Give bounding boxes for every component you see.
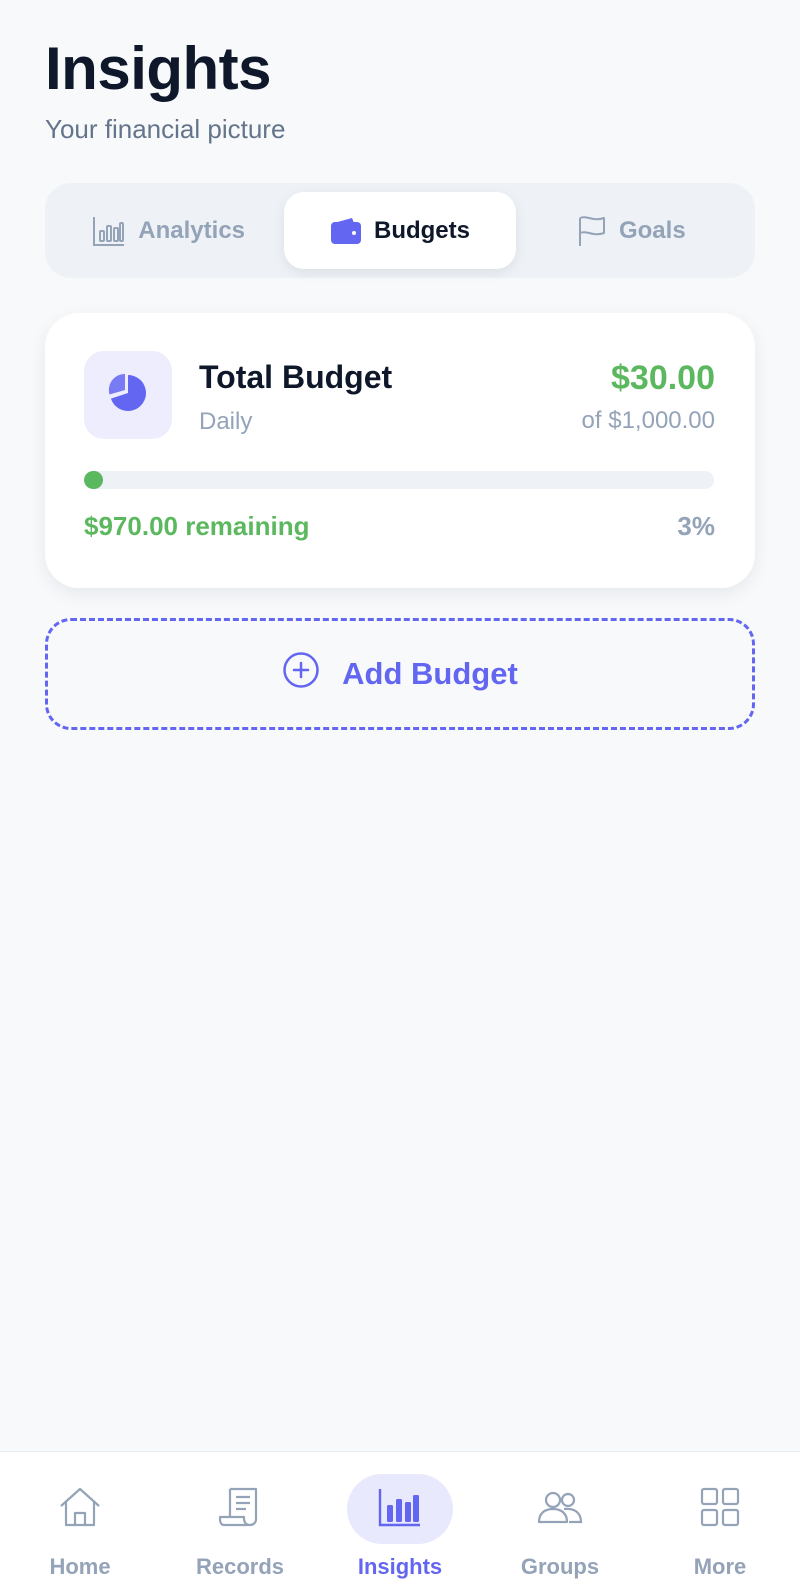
users-icon xyxy=(537,1489,583,1530)
page-header: Insights Your financial picture xyxy=(45,30,285,145)
add-budget-label: Add Budget xyxy=(342,656,518,691)
budget-period: Daily xyxy=(199,408,253,435)
budget-spent: $30.00 xyxy=(611,359,715,397)
budget-card[interactable]: Total Budget Daily $30.00 of $1,000.00 $… xyxy=(45,313,755,588)
tab-label: Budgets xyxy=(373,216,470,244)
nav-icon-wrap xyxy=(27,1474,133,1544)
nav-label: Insights xyxy=(357,1554,443,1579)
flag-icon xyxy=(577,215,607,247)
bar-chart-icon xyxy=(92,215,126,247)
tab-label: Goals xyxy=(618,216,686,244)
budget-name: Total Budget xyxy=(199,359,393,395)
nav-more[interactable]: More xyxy=(640,1452,800,1582)
budget-progress-fill xyxy=(84,471,103,489)
nav-label: More xyxy=(693,1554,747,1579)
insights-screen: Insights Your financial picture Analytic… xyxy=(0,0,800,1582)
tab-budgets[interactable]: Budgets xyxy=(284,192,516,269)
plus-circle-icon xyxy=(282,651,320,697)
nav-records[interactable]: Records xyxy=(160,1452,320,1582)
add-budget-button[interactable]: Add Budget xyxy=(45,618,755,730)
pie-chart-icon xyxy=(108,373,148,418)
budget-progress-bar xyxy=(84,471,714,489)
tab-analytics[interactable]: Analytics xyxy=(53,192,284,269)
budget-icon-badge xyxy=(84,351,172,439)
nav-icon-wrap xyxy=(667,1474,773,1544)
nav-label: Groups xyxy=(520,1554,600,1579)
budget-percent: 3% xyxy=(677,511,715,541)
tab-goals[interactable]: Goals xyxy=(516,192,747,269)
wallet-icon xyxy=(330,217,362,245)
nav-label: Home xyxy=(49,1554,111,1579)
bar-chart-icon xyxy=(378,1487,422,1532)
nav-icon-wrap xyxy=(507,1474,613,1544)
nav-home[interactable]: Home xyxy=(0,1452,160,1582)
nav-label: Records xyxy=(195,1554,285,1579)
nav-icon-wrap-active xyxy=(347,1474,453,1544)
budget-remaining: $970.00 remaining xyxy=(84,511,310,541)
page-subtitle: Your financial picture xyxy=(45,114,286,144)
nav-insights[interactable]: Insights xyxy=(320,1452,480,1582)
tab-label: Analytics xyxy=(138,216,246,244)
insights-tabs: Analytics Budgets Goals xyxy=(45,183,755,278)
budget-limit: of $1,000.00 xyxy=(581,407,715,434)
grid-icon xyxy=(700,1487,740,1532)
page-title: Insights xyxy=(45,35,272,102)
bottom-navigation: Home Records Insights Groups More xyxy=(0,1451,800,1582)
receipt-icon xyxy=(218,1486,262,1533)
nav-groups[interactable]: Groups xyxy=(480,1452,640,1582)
nav-icon-wrap xyxy=(187,1474,293,1544)
home-icon xyxy=(58,1486,102,1533)
